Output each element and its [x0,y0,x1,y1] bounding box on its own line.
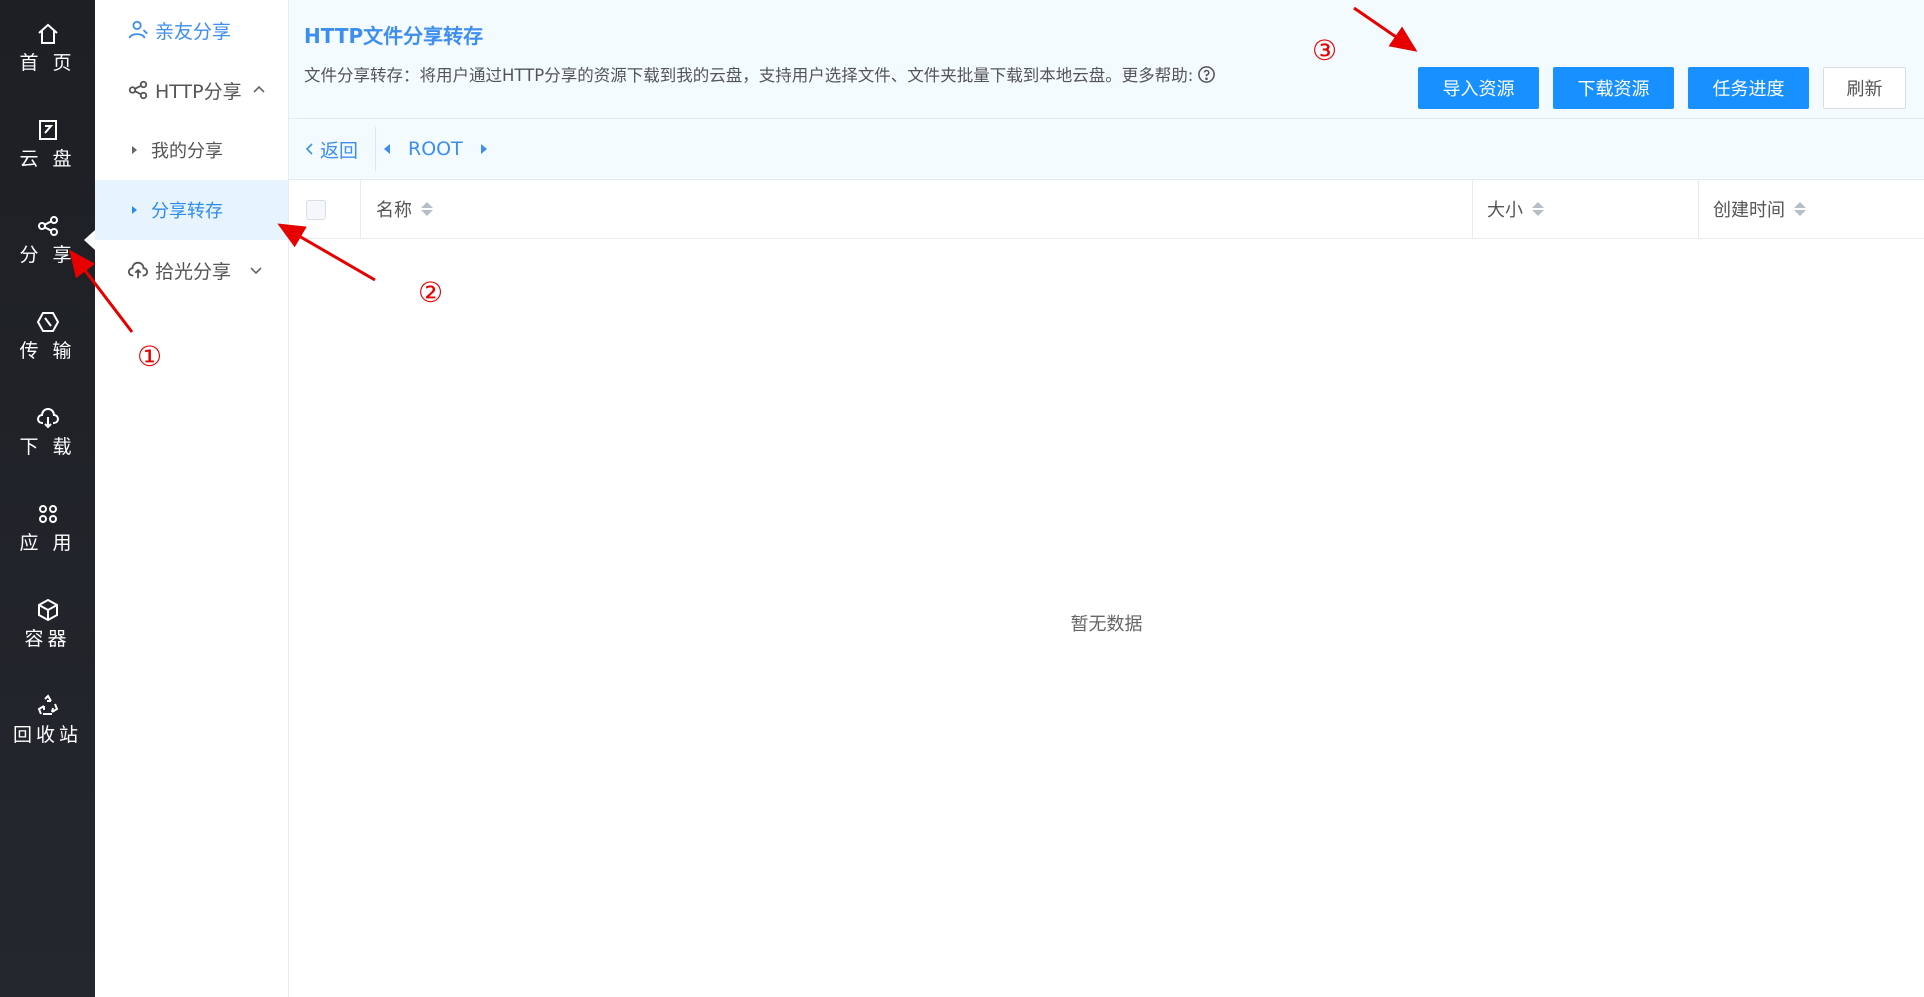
chevron-up-icon [252,83,266,97]
nav-download-label: 下 载 [19,436,76,458]
column-size-label: 大小 [1487,200,1523,221]
annotation-marker-3: ③ [1312,34,1338,67]
nav-apps-label: 应 用 [19,532,76,554]
nav-cloud-disk[interactable]: 云 盘 [0,96,95,192]
empty-state: 暂无数据 [1070,614,1143,635]
help-icon[interactable] [1197,65,1216,84]
annotation-marker-2: ② [418,276,444,309]
task-progress-button[interactable]: 任务进度 [1688,67,1809,109]
share-icon [37,216,58,236]
column-created-time[interactable]: 创建时间 [1713,180,1806,238]
page-header: HTTP文件分享转存 文件分享转存：将用户通过HTTP分享的资源下载到我的云盘，… [289,0,1924,119]
page-title: HTTP文件分享转存 [304,24,484,48]
nav-container-label: 容器 [24,628,71,650]
nav-home-label: 首 页 [19,52,76,74]
column-created-time-label: 创建时间 [1713,200,1785,221]
import-resource-button[interactable]: 导入资源 [1418,67,1539,109]
toolbar-divider [375,127,376,171]
download-resource-button[interactable]: 下载资源 [1553,67,1674,109]
subnav-share-transfer[interactable]: 分享转存 [95,180,288,240]
user-icon [127,19,149,41]
column-size[interactable]: 大小 [1487,180,1544,238]
apps-icon [38,505,57,523]
nav-recycle[interactable]: 回收站 [0,672,95,768]
bullet-icon [132,206,137,214]
main-content: HTTP文件分享转存 文件分享转存：将用户通过HTTP分享的资源下载到我的云盘，… [289,0,1924,997]
sort-icon[interactable] [421,202,433,216]
subnav-my-share-label: 我的分享 [151,141,223,162]
chevron-down-icon [249,263,263,277]
nav-transfer[interactable]: 传 输 [0,288,95,384]
back-button[interactable]: 返回 [303,119,358,179]
page-description: 文件分享转存：将用户通过HTTP分享的资源下载到我的云盘，支持用户选择文件、文件… [304,62,1216,86]
description-text: 文件分享转存：将用户通过HTTP分享的资源下载到我的云盘，支持用户选择文件、文件… [304,66,1194,85]
cloud-disk-icon [38,120,57,140]
nav-apps[interactable]: 应 用 [0,480,95,576]
main-nav-rail: 首 页 云 盘 分 享 传 输 下 载 应 用 容器 回收站 [0,0,95,997]
subnav-pick-light-share[interactable]: 拾光分享 [95,240,288,300]
breadcrumb: ROOT [384,119,487,179]
subnav-my-share[interactable]: 我的分享 [95,120,288,180]
nav-transfer-label: 传 输 [19,340,76,362]
active-indicator [84,230,95,250]
column-name-label: 名称 [376,200,412,221]
nav-cloud-disk-label: 云 盘 [19,148,76,170]
refresh-button[interactable]: 刷新 [1823,67,1906,109]
transfer-icon [36,312,59,332]
column-separator [1698,180,1699,238]
path-toolbar: 返回 ROOT [289,119,1924,180]
subnav-http-share-label: HTTP分享 [155,80,242,103]
nav-share[interactable]: 分 享 [0,192,95,288]
nav-container[interactable]: 容器 [0,576,95,672]
subnav-friends-share-label: 亲友分享 [155,20,232,43]
share-icon [127,79,149,101]
back-label: 返回 [320,139,359,162]
download-icon [36,408,59,429]
subnav-http-share[interactable]: HTTP分享 [95,60,288,120]
share-subnav: 亲友分享 HTTP分享 我的分享 分享转存 拾光分享 [95,0,289,997]
recycle-icon [37,694,58,715]
nav-download[interactable]: 下 载 [0,384,95,480]
sort-icon[interactable] [1532,202,1544,216]
column-name[interactable]: 名称 [376,180,433,238]
breadcrumb-next-icon[interactable] [480,144,487,154]
nav-home[interactable]: 首 页 [0,0,95,96]
bullet-icon [132,146,137,154]
nav-share-label: 分 享 [19,244,76,266]
breadcrumb-root[interactable]: ROOT [408,138,463,160]
subnav-friends-share[interactable]: 亲友分享 [95,0,288,60]
cloud-upload-icon [127,259,149,281]
sort-icon[interactable] [1794,202,1806,216]
breadcrumb-prev-icon[interactable] [384,144,390,154]
subnav-share-transfer-label: 分享转存 [151,201,223,222]
subnav-pick-light-share-label: 拾光分享 [155,260,232,283]
nav-recycle-label: 回收站 [12,724,82,746]
chevron-left-icon [305,143,313,155]
home-icon [37,23,58,44]
table-header: 名称 大小 创建时间 [289,180,1924,239]
column-separator [360,180,361,238]
annotation-marker-1: ① [137,340,163,373]
column-separator [1472,180,1473,238]
select-all-checkbox[interactable] [306,200,326,220]
container-icon [37,598,58,622]
